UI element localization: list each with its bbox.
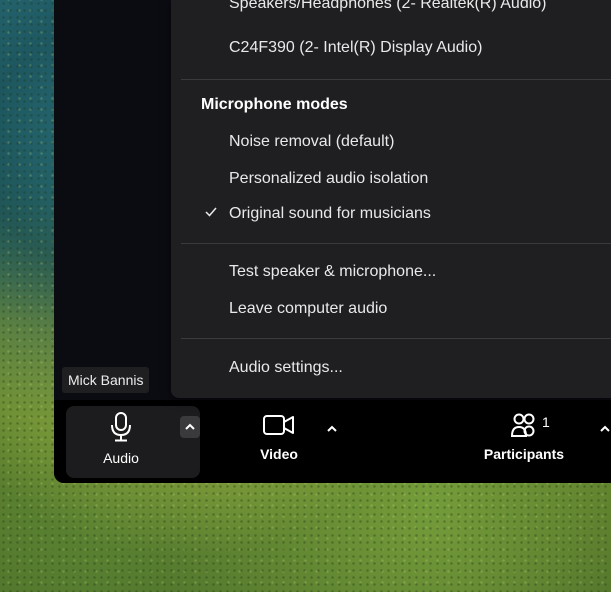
menu-item-leave-audio[interactable]: Leave computer audio bbox=[229, 300, 387, 318]
audio-button-group: Audio bbox=[66, 406, 200, 478]
menu-item-test-speaker-mic[interactable]: Test speaker & microphone... bbox=[229, 263, 436, 281]
microphone-modes-header: Microphone modes bbox=[201, 96, 348, 113]
video-options-caret[interactable] bbox=[323, 420, 341, 438]
participant-name-tag: Mick Bannis bbox=[62, 367, 150, 393]
menu-item-audio-settings[interactable]: Audio settings... bbox=[229, 359, 343, 377]
chevron-up-icon bbox=[185, 423, 195, 430]
video-button[interactable]: Video bbox=[234, 412, 324, 462]
participants-button[interactable]: Participants bbox=[474, 412, 574, 462]
audio-button[interactable]: Audio bbox=[76, 412, 166, 466]
audio-options-menu: Speakers/Headphones (2- Realtek(R) Audio… bbox=[171, 0, 611, 398]
menu-item-original-sound[interactable]: Original sound for musicians bbox=[229, 205, 431, 223]
audio-label: Audio bbox=[103, 450, 139, 466]
menu-separator bbox=[181, 338, 611, 339]
microphone-icon bbox=[111, 412, 131, 442]
audio-options-caret[interactable] bbox=[180, 416, 200, 438]
menu-item-noise-removal[interactable]: Noise removal (default) bbox=[229, 133, 394, 151]
meeting-toolbar: Audio Video Participants 1 bbox=[54, 400, 611, 483]
video-camera-icon bbox=[263, 415, 294, 435]
participants-count: 1 bbox=[542, 414, 550, 430]
participants-label: Participants bbox=[483, 446, 565, 462]
video-label: Video bbox=[260, 446, 298, 462]
menu-separator bbox=[181, 243, 611, 244]
menu-separator bbox=[181, 79, 611, 80]
menu-item-speakers[interactable]: Speakers/Headphones (2- Realtek(R) Audio… bbox=[229, 0, 547, 13]
menu-item-display-audio[interactable]: C24F390 (2- Intel(R) Display Audio) bbox=[229, 39, 482, 57]
checkmark-icon bbox=[205, 207, 217, 217]
participants-icon bbox=[510, 413, 535, 437]
menu-item-personalized-isolation[interactable]: Personalized audio isolation bbox=[229, 170, 428, 188]
participants-options-caret[interactable] bbox=[596, 420, 611, 438]
